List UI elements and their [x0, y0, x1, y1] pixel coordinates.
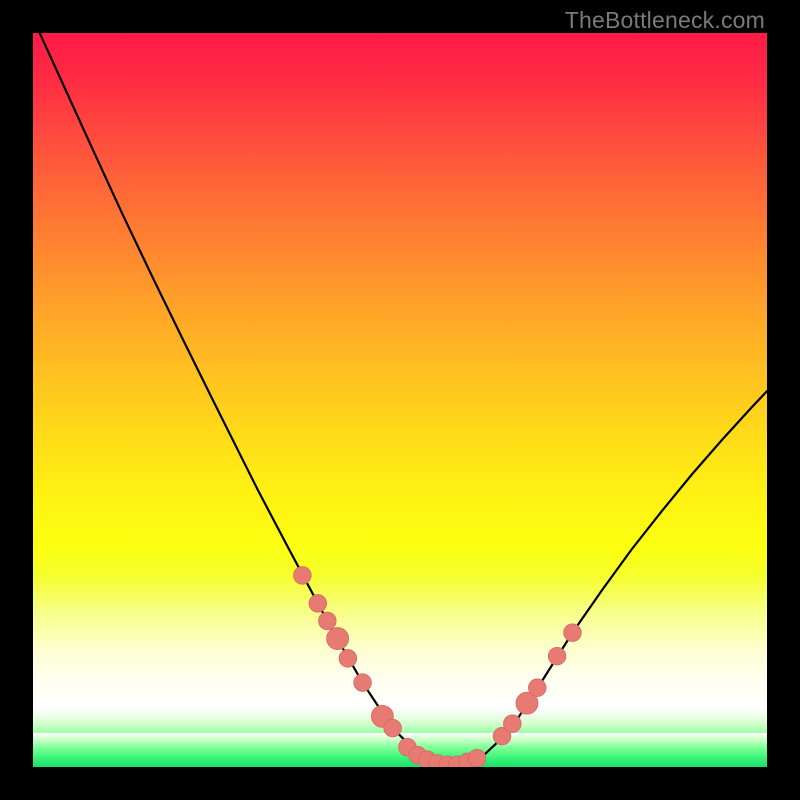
curve-line [33, 33, 767, 767]
curve-marker [384, 719, 402, 737]
curve-marker [564, 624, 582, 642]
curve-marker [468, 749, 486, 767]
plot-area [33, 33, 767, 767]
curve-marker [354, 674, 372, 692]
curve-marker [503, 715, 521, 733]
curve-marker [339, 650, 357, 668]
curve-markers [294, 567, 582, 767]
curve-marker [309, 595, 327, 613]
watermark-text: TheBottleneck.com [565, 7, 765, 34]
curve-marker [327, 628, 349, 650]
curve-marker [548, 647, 566, 665]
chart-frame: TheBottleneck.com [0, 0, 800, 800]
curve-marker [294, 567, 312, 585]
curve-marker [319, 612, 337, 630]
curve-marker [528, 679, 546, 697]
chart-svg [33, 33, 767, 767]
